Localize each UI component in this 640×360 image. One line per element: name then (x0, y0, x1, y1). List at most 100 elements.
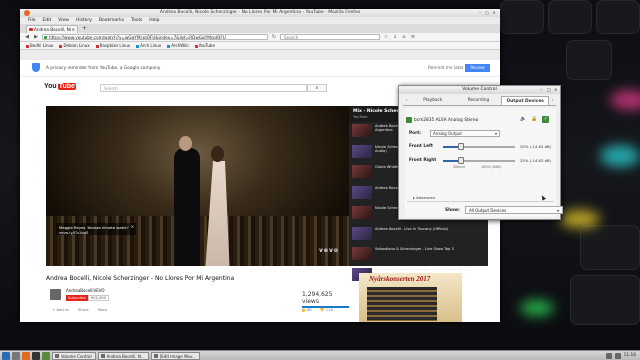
like-button[interactable]: 👍 6K (301, 307, 312, 312)
playlist-item[interactable]: Andrea Bocelli - Live in Tuscany (Offici… (349, 225, 488, 246)
menu-history[interactable]: History (76, 17, 92, 24)
remind-later-link[interactable]: Remind me later (428, 66, 464, 71)
playlist-thumbnail (352, 124, 372, 137)
bookmark-item[interactable]: Arch Linux (136, 43, 161, 48)
front-left-knob[interactable] (458, 143, 464, 150)
channel-avatar[interactable] (50, 289, 61, 300)
window-title: Andrea Bocelli, Nicole Scherzinger - No … (159, 10, 361, 15)
subscribe-button[interactable]: Subscribe (66, 295, 88, 301)
taskbar: Volume Control Andrea Bocelli, N... [Edi… (0, 350, 640, 360)
review-button[interactable]: Review (465, 64, 490, 72)
menu-bar: File Edit View History Bookmarks Tools H… (20, 17, 500, 24)
tick-unamplified: 100% (0dB) (481, 165, 502, 169)
menu-view[interactable]: View (58, 17, 69, 24)
tab-youtube[interactable]: Andrea Bocelli, Ni ✕ (26, 25, 78, 33)
concert-ad[interactable]: Nyårskonserten 2017 (359, 273, 462, 322)
front-right-knob[interactable] (458, 157, 464, 164)
playlist-item-title: Sebastiano & Scherzinger - Live Show Top… (375, 247, 454, 251)
bookmark-item[interactable]: YouTube (194, 43, 215, 48)
close-tab-icon[interactable]: ✕ (72, 26, 75, 33)
taskbar-firefox[interactable]: Andrea Bocelli, N... (97, 351, 149, 360)
taskbar-volume-control[interactable]: Volume Control (52, 351, 96, 360)
menu-tools[interactable]: Tools (131, 17, 142, 24)
bookmark-star-icon[interactable]: ☆ (383, 34, 389, 40)
playlist-item[interactable]: Sebastiano & Scherzinger - Live Show Top… (349, 245, 488, 266)
volume-icon[interactable] (614, 352, 621, 359)
chevron-down-icon: ▾ (556, 208, 559, 213)
maximize-icon[interactable]: □ (485, 11, 489, 15)
advanced-expander[interactable]: ▸ Advanced (413, 195, 435, 200)
front-right-slider[interactable] (443, 157, 515, 164)
menu-bookmarks[interactable]: Bookmarks (99, 17, 124, 24)
browser-icon[interactable] (22, 351, 30, 360)
hamburger-menu-icon[interactable]: ≡ (410, 34, 416, 40)
close-overlay-icon[interactable]: ✕ (131, 224, 134, 229)
tab-next-icon[interactable]: › (549, 98, 556, 103)
reload-icon[interactable]: ↻ (271, 34, 277, 40)
tab-playback[interactable]: Playback (410, 96, 456, 105)
vevo-watermark: vevo (318, 247, 339, 254)
home-icon[interactable]: ⌂ (401, 34, 407, 40)
tab-recording[interactable]: Recording (456, 96, 502, 105)
taskbar-image-viewer[interactable]: [Edit Image Mov... (150, 351, 200, 360)
front-right-value: 25% (-14.63 dB) (520, 158, 552, 163)
lock-channels-icon[interactable]: 🔒 (531, 116, 537, 123)
keyboard-key (580, 225, 640, 270)
menu-help[interactable]: Help (149, 17, 159, 24)
add-to-button[interactable]: + Add to (52, 307, 69, 312)
bookmark-item[interactable]: Bodhi Linux (26, 43, 53, 48)
minimize-icon[interactable]: – (540, 86, 542, 94)
menu-launcher-icon[interactable] (2, 351, 10, 360)
front-left-slider[interactable] (443, 143, 515, 150)
bookmark-item[interactable]: Debian Linux (59, 43, 90, 48)
dislike-button[interactable]: 👎 116 (320, 307, 333, 312)
tab-output-devices[interactable]: Output Devices (501, 96, 550, 105)
back-icon[interactable]: ◀ (24, 34, 30, 40)
maximize-icon[interactable]: □ (547, 86, 551, 94)
search-field[interactable]: Search (280, 34, 380, 40)
minimize-icon[interactable]: – (478, 11, 482, 15)
file-manager-icon[interactable] (12, 351, 20, 360)
sound-card-icon (406, 117, 412, 123)
url-bar[interactable]: https://www.youtube.com/watch?v=wGqYMcpJ… (42, 34, 268, 40)
download-icon[interactable]: ↓ (392, 34, 398, 40)
mute-icon[interactable]: 🔈 (520, 116, 526, 123)
annotation-overlay[interactable]: Maggie Reyes 'Abrazo ilimate watch' vevo… (56, 223, 136, 235)
share-button[interactable]: Share (78, 307, 89, 312)
close-icon[interactable]: ✕ (492, 11, 496, 15)
playlist-thumbnail (352, 247, 372, 260)
bookmark-item[interactable]: Raspbian Linux (95, 43, 130, 48)
volume-control-window: Volume Control – □ ✕ ‹ Playback Recordin… (398, 85, 563, 220)
rating: 👍 6K 👎 116 (301, 307, 333, 312)
chevron-down-icon: ▾ (494, 131, 497, 136)
terminal-icon[interactable] (32, 351, 40, 360)
app-icon[interactable] (42, 351, 50, 360)
default-device-icon[interactable]: ✓ (542, 116, 550, 123)
keyboard-key (596, 0, 640, 34)
port-select[interactable]: Analog Output ▾ (430, 130, 500, 137)
show-select[interactable]: All Output Devices ▾ (465, 206, 563, 214)
youtube-search-input[interactable]: Search (100, 84, 307, 92)
channel-name[interactable]: AndreaBocelliVEVO (66, 288, 105, 293)
youtube-favicon-icon (29, 28, 33, 31)
menu-edit[interactable]: Edit (43, 17, 52, 24)
close-icon[interactable]: ✕ (554, 86, 557, 94)
vc-window-title: Volume Control (462, 87, 497, 92)
new-tab-button[interactable]: + (80, 25, 87, 33)
bookmark-item[interactable]: ArchWiki (167, 43, 189, 48)
tab-label: Andrea Bocelli, Ni (34, 27, 72, 32)
shield-icon (32, 63, 40, 72)
tick-silence: Silence (453, 165, 466, 169)
keyboard-key (500, 0, 544, 34)
video-player[interactable]: Maggie Reyes 'Abrazo ilimate watch' vevo… (46, 106, 349, 266)
device-buttons: 🔈 🔒 ✓ (520, 116, 550, 123)
port-label: Port: (409, 131, 421, 136)
network-icon[interactable] (605, 352, 612, 359)
playlist-thumbnail (352, 206, 372, 219)
search-icon[interactable]: ⌕ (307, 84, 327, 92)
more-button[interactable]: More (98, 307, 107, 312)
tab-prev-icon[interactable]: ‹ (403, 98, 410, 103)
forward-icon[interactable]: ▶ (33, 34, 39, 40)
youtube-logo[interactable]: You Tube (44, 83, 76, 90)
menu-file[interactable]: File (28, 17, 36, 24)
